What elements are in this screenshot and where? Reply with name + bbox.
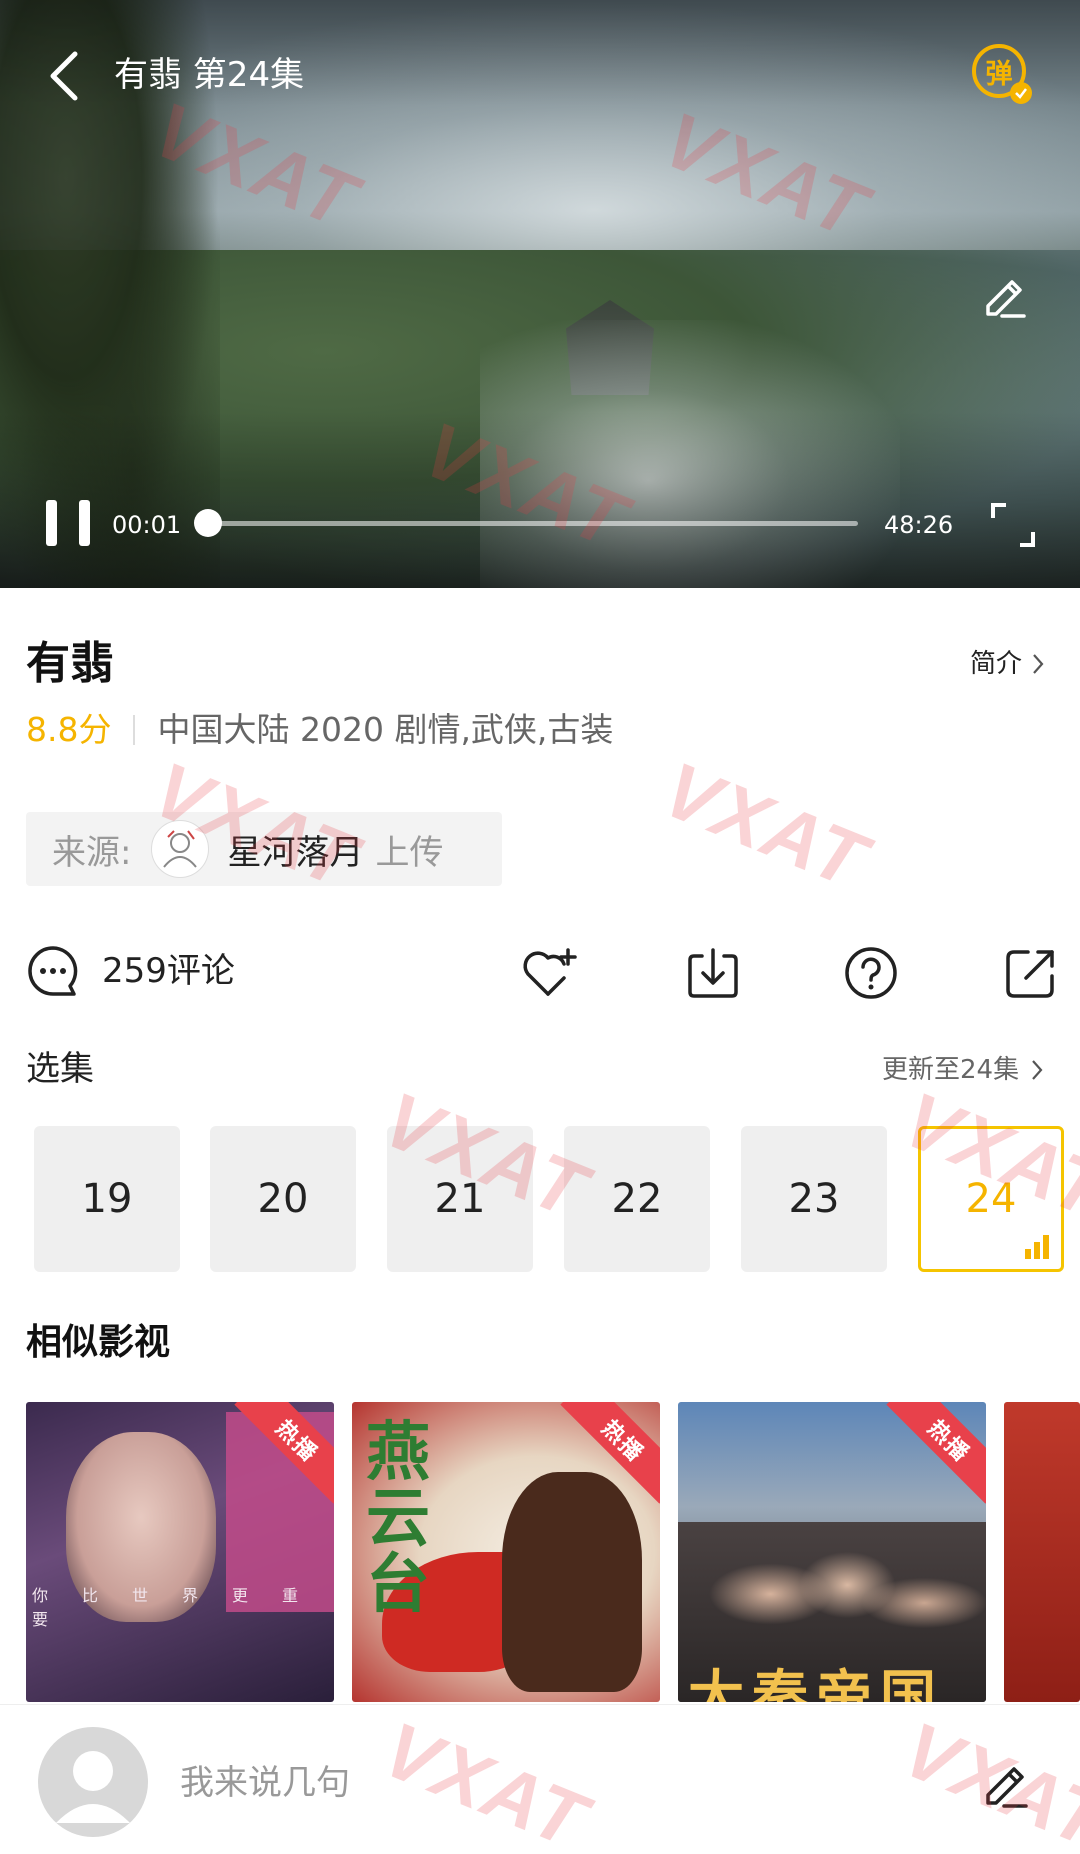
download-icon xyxy=(688,948,738,998)
pause-button[interactable] xyxy=(46,500,90,548)
share-icon xyxy=(1006,950,1054,998)
actions-row: 259评论 xyxy=(0,938,1080,1008)
uploader-avatar xyxy=(151,820,210,878)
comment-bar xyxy=(0,1704,1080,1854)
comment-button[interactable]: 259评论 xyxy=(26,944,235,998)
pause-bar-left xyxy=(46,500,57,546)
pause-bar-right xyxy=(79,500,90,546)
episode-item[interactable]: 20 xyxy=(210,1126,356,1272)
chevron-right-icon xyxy=(1033,654,1044,674)
source-box[interactable]: 来源: 星河落月 上传 xyxy=(26,812,502,886)
episode-item[interactable]: 22 xyxy=(564,1126,710,1272)
user-avatar[interactable] xyxy=(38,1727,148,1837)
rating: 8.8分 xyxy=(26,710,112,749)
similar-poster-card[interactable]: 燕云台 热播 xyxy=(352,1402,660,1702)
poster-title: 大秦帝国 xyxy=(688,1665,944,1702)
comment-icon xyxy=(28,946,78,996)
similar-header: 相似影视 xyxy=(26,1322,171,1363)
episode-item-active[interactable]: 24 xyxy=(918,1126,1064,1272)
uploader-name: 星河落月 xyxy=(227,832,364,873)
question-icon xyxy=(845,947,897,999)
progress-thumb[interactable] xyxy=(194,509,223,537)
chevron-right-icon xyxy=(1032,1060,1043,1080)
fullscreen-icon xyxy=(991,503,1035,547)
poster-tagline: 你比世界更重要 xyxy=(32,1586,333,1629)
poster-calligraphy-title: 燕云台 xyxy=(366,1416,430,1622)
danmaku-label: 弹 xyxy=(985,58,1013,90)
progress-bar[interactable] xyxy=(194,509,858,537)
poster-horse xyxy=(502,1472,642,1692)
upload-suffix: 上传 xyxy=(375,832,444,873)
hot-badge: 热播 xyxy=(886,1402,986,1504)
write-comment-button[interactable] xyxy=(978,1755,1034,1811)
back-button[interactable] xyxy=(40,48,88,104)
user-icon xyxy=(56,1751,130,1823)
chevron-left-icon xyxy=(50,51,78,101)
pencil-icon xyxy=(986,280,1026,318)
current-time: 00:01 xyxy=(112,511,182,539)
video-player[interactable]: 有翡 第24集 弹 00:01 48:26 VXAT VXAT VXAT xyxy=(0,0,1080,588)
episode-item[interactable]: 21 xyxy=(387,1126,533,1272)
share-button[interactable] xyxy=(1002,944,1060,1002)
fullscreen-button[interactable] xyxy=(990,502,1036,548)
intro-link[interactable]: 简介 xyxy=(970,644,1044,684)
show-title: 有翡 xyxy=(26,638,114,689)
intro-label: 简介 xyxy=(970,649,1023,679)
comment-count: 259评论 xyxy=(102,951,235,991)
download-button[interactable] xyxy=(684,944,742,1002)
episodes-update-link[interactable]: 更新至24集 xyxy=(882,1052,1043,1088)
heart-plus-icon xyxy=(523,948,577,996)
danmaku-toggle-button[interactable]: 弹 xyxy=(972,44,1034,106)
episodes-header: 选集 xyxy=(26,1049,94,1089)
similar-poster-card[interactable] xyxy=(1004,1402,1080,1702)
show-meta: 中国大陆 2020 剧情,武侠,古装 xyxy=(157,710,614,749)
watermark: VXAT xyxy=(651,744,880,906)
episodes-update-label: 更新至24集 xyxy=(882,1055,1020,1085)
similar-poster-card[interactable]: 大秦帝国 热播 xyxy=(678,1402,986,1702)
comment-input[interactable] xyxy=(180,1755,880,1811)
video-title: 有翡 第24集 xyxy=(114,55,305,95)
meta-divider xyxy=(133,715,136,745)
episode-item[interactable]: 19 xyxy=(34,1126,180,1272)
pencil-icon xyxy=(986,1767,1028,1808)
show-meta-row: 8.8分 中国大陆 2020 剧情,武侠,古装 xyxy=(26,708,613,752)
video-detail-page: 有翡 第24集 弹 00:01 48:26 VXAT VXAT VXAT 有翡 … xyxy=(0,0,1080,1854)
total-time: 48:26 xyxy=(884,511,954,539)
similar-poster-card[interactable]: 你比世界更重要 热播 xyxy=(26,1402,334,1702)
check-icon xyxy=(1010,82,1032,104)
playing-icon xyxy=(1025,1235,1049,1259)
episode-item[interactable]: 23 xyxy=(741,1126,887,1272)
send-danmaku-button[interactable] xyxy=(976,266,1032,322)
source-label: 来源: xyxy=(52,832,132,873)
favorite-button[interactable] xyxy=(520,944,578,1002)
episode-list: 19 20 21 22 23 24 xyxy=(0,1126,1080,1274)
help-button[interactable] xyxy=(842,944,900,1002)
